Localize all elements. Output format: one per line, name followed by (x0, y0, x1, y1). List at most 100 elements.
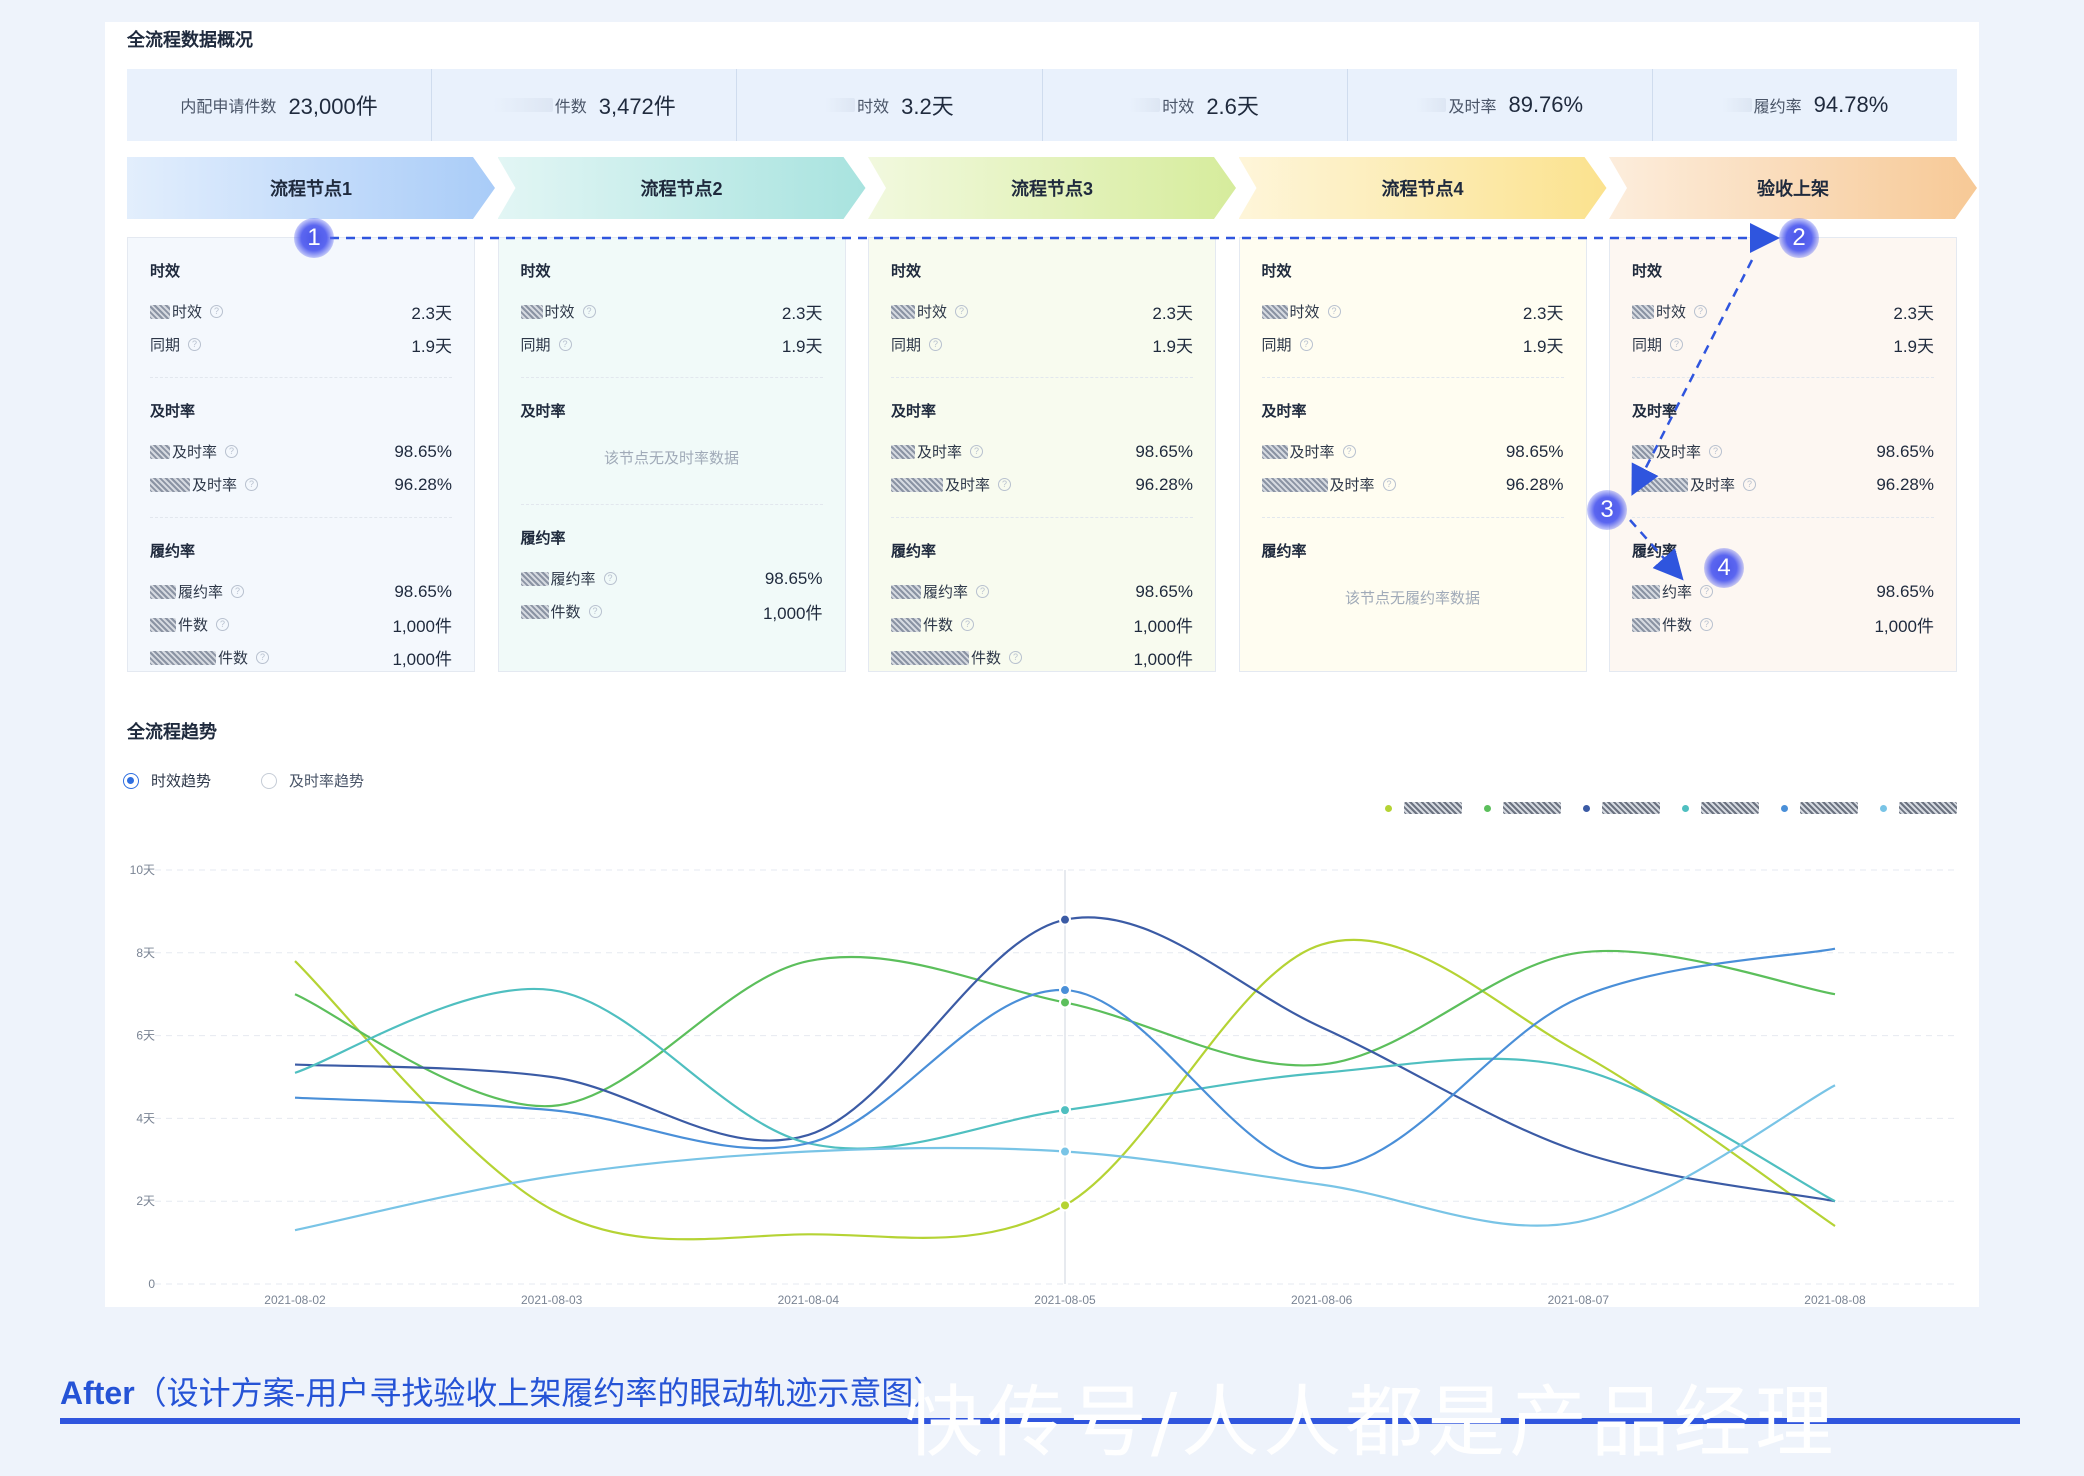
redacted-text (520, 604, 549, 619)
metric-label-text: 及时率 (172, 444, 218, 461)
radio-ontime[interactable] (261, 772, 278, 789)
x-tick-label: 2021-08-08 (1804, 1293, 1866, 1307)
legend-item[interactable] (1484, 802, 1561, 814)
help-icon[interactable]: ? (955, 305, 969, 318)
legend-item[interactable] (1880, 802, 1957, 814)
help-icon[interactable]: ? (582, 305, 596, 318)
help-icon[interactable]: ? (256, 651, 270, 664)
metric-row: 同期? 1.9天 (150, 328, 452, 361)
help-icon[interactable]: ? (245, 478, 259, 491)
divider (520, 504, 823, 505)
metric-label: 及时率? (150, 441, 239, 462)
help-icon[interactable]: ? (225, 445, 239, 458)
legend-item[interactable] (1781, 802, 1858, 814)
metric-value: 1,000件 (762, 604, 823, 623)
help-icon[interactable]: ? (558, 338, 572, 351)
legend-dot (1583, 804, 1590, 812)
overview-label: 时效 (857, 99, 890, 116)
metric-value: 96.28% (1876, 474, 1934, 494)
metric-label: 及时率? (1632, 474, 1757, 495)
process-step[interactable]: 流程节点2 (498, 157, 866, 219)
process-step[interactable]: 流程节点1 (127, 157, 495, 219)
ontime-group: 及时率 该节点无及时率数据 (521, 400, 823, 468)
legend-item[interactable] (1385, 802, 1462, 814)
metric-value: 1.9天 (411, 337, 452, 356)
legend-item[interactable] (1583, 802, 1660, 814)
help-icon[interactable]: ? (998, 478, 1012, 491)
help-icon[interactable]: ? (970, 445, 984, 458)
radio-ontime-label[interactable]: 及时率趋势 (289, 770, 364, 791)
redacted-text (1261, 304, 1288, 319)
metric-label-text: 件数 (923, 617, 954, 634)
metric-row: 及时率? 98.65% (1632, 435, 1934, 468)
process-step[interactable]: 验收上架 (1609, 157, 1977, 219)
legend-item[interactable] (1682, 802, 1759, 814)
metric-value: 98.65% (1876, 581, 1934, 601)
metric-label: 件数? (150, 614, 230, 635)
x-tick-label: 2021-08-05 (1034, 1293, 1096, 1307)
metric-row: 履约率? 98.65% (150, 575, 452, 608)
help-icon[interactable]: ? (1700, 585, 1714, 598)
help-icon[interactable]: ? (1299, 338, 1313, 351)
redacted-text (1261, 444, 1288, 459)
help-icon[interactable]: ? (1670, 338, 1684, 351)
metric-row: 同期? 1.9天 (1262, 328, 1564, 361)
metric-value: 2.3天 (411, 304, 452, 323)
metric-label-text: 件数 (218, 650, 249, 667)
help-icon[interactable]: ? (603, 572, 617, 585)
metric-group-title: 履约率 (520, 530, 566, 547)
series-point (1059, 984, 1071, 997)
redacted-text (1632, 477, 1688, 492)
legend-label-redacted (1404, 802, 1462, 814)
metric-label-text: 同期 (520, 337, 551, 354)
help-icon[interactable]: ? (1382, 478, 1396, 491)
help-icon[interactable]: ? (929, 338, 943, 351)
redacted-text (1130, 98, 1161, 112)
help-icon[interactable]: ? (216, 618, 230, 631)
step-card: 时效 时效? 2.3天 同期? 1.9天 及时率 及时率? 98.65% 及时率? 96.28% 履… (868, 237, 1216, 672)
help-icon[interactable]: ? (588, 605, 602, 618)
radio-timeliness-label[interactable]: 时效趋势 (151, 770, 211, 791)
divider (150, 377, 452, 378)
metric-row: 时效? 2.3天 (520, 295, 823, 328)
redacted-text (1632, 304, 1654, 319)
help-icon[interactable]: ? (188, 338, 202, 351)
metric-row: 时效? 2.3天 (891, 295, 1193, 328)
trend-title: 全流程趋势 (127, 722, 217, 742)
legend-dot (1682, 804, 1689, 812)
metric-label-text: 同期 (1632, 337, 1663, 354)
legend-label-redacted (1701, 802, 1759, 814)
help-icon[interactable]: ? (1694, 305, 1708, 318)
metric-row: 时效? 2.3天 (1632, 295, 1934, 328)
metric-label-text: 件数 (178, 617, 209, 634)
help-icon[interactable]: ? (1700, 618, 1714, 631)
help-icon[interactable]: ? (1709, 445, 1723, 458)
radio-timeliness[interactable] (123, 772, 139, 789)
metric-group-title: 时效 (1261, 263, 1292, 280)
metric-group-title: 时效 (520, 263, 551, 280)
process-step[interactable]: 流程节点4 (1239, 157, 1607, 219)
metric-value: 98.65% (764, 568, 823, 588)
help-icon[interactable]: ? (1342, 445, 1356, 458)
help-icon[interactable]: ? (1327, 305, 1341, 318)
help-icon[interactable]: ? (1743, 478, 1757, 491)
help-icon[interactable]: ? (1009, 651, 1023, 664)
timeliness-group: 时效 时效? 2.3天 同期? 1.9天 (1261, 260, 1564, 361)
gaze-point-2: 2 (1779, 218, 1819, 258)
x-tick-label: 2021-08-04 (778, 1293, 840, 1307)
process-step[interactable]: 流程节点3 (868, 157, 1236, 219)
metric-value: 1.9天 (1152, 337, 1193, 356)
metric-value: 1,000件 (1133, 617, 1193, 636)
metric-row: 时效? 2.3天 (150, 295, 452, 328)
metric-value: 98.65% (1876, 441, 1934, 461)
help-icon[interactable]: ? (976, 585, 990, 598)
help-icon[interactable]: ? (231, 585, 245, 598)
help-icon[interactable]: ? (961, 618, 975, 631)
step-card: 时效 时效? 2.3天 同期? 1.9天 及时率 及时率? 98.65% 及时率? 96.28% 履… (1238, 237, 1587, 672)
redacted-text (825, 98, 856, 112)
redacted-text (150, 584, 176, 599)
fulfilment-group: 履约率 约率? 98.65% 件数? 1,000件 (1632, 540, 1934, 641)
metric-label: 及时率? (1632, 441, 1723, 462)
ontime-group: 及时率 及时率? 98.65% 及时率? 96.28% (1632, 400, 1934, 501)
help-icon[interactable]: ? (210, 305, 224, 318)
